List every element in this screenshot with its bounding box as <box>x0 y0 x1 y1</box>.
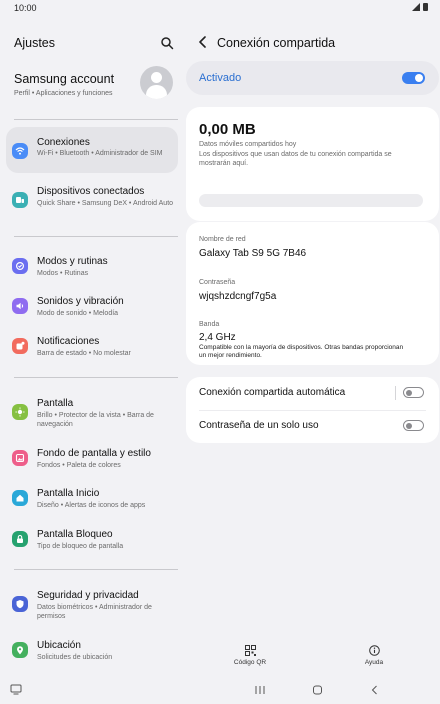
auto-hotspot-row[interactable]: Conexión compartida automática <box>186 377 439 409</box>
option-label: Conexión compartida automática <box>199 387 346 398</box>
settings-item-ubicacion[interactable]: Ubicación Solicitudes de ubicación <box>6 636 178 666</box>
item-title: Conexiones <box>37 137 90 148</box>
account-name: Samsung account <box>14 72 115 86</box>
auto-hotspot-switch[interactable] <box>403 387 424 398</box>
signal-icon <box>412 3 420 11</box>
item-subtitle: Datos biométricos • Administrador de per… <box>37 604 152 620</box>
sound-icon <box>12 298 28 314</box>
page-title: Conexión compartida <box>217 36 336 50</box>
battery-icon <box>423 3 428 11</box>
settings-item-sonidos[interactable]: Sonidos y vibración Modo de sonido • Mel… <box>6 291 178 321</box>
item-subtitle: Diseño • Alertas de iconos de apps <box>37 502 146 509</box>
wallpaper-icon <box>12 450 28 466</box>
settings-item-seguridad[interactable]: Seguridad y privacidad Datos biométricos… <box>6 584 178 624</box>
samsung-account[interactable]: Samsung account Perfil • Aplicaciones y … <box>14 72 114 97</box>
divider <box>14 119 178 120</box>
item-title: Notificaciones <box>37 336 100 347</box>
item-title: Pantalla Inicio <box>37 488 100 499</box>
settings-item-conexiones[interactable]: Conexiones Wi-Fi • Bluetooth • Administr… <box>6 127 178 173</box>
keyboard-icon[interactable] <box>10 682 22 700</box>
item-subtitle: Wi-Fi • Bluetooth • Administrador de SIM <box>37 150 163 157</box>
password-value[interactable]: wjqshzdcngf7g5a <box>199 291 276 302</box>
settings-pane: Ajustes Samsung account Perfil • Aplicac… <box>0 16 186 682</box>
navigation-bar <box>0 680 440 704</box>
divider <box>395 386 396 400</box>
options-card: Conexión compartida automática Contraseñ… <box>186 377 439 443</box>
item-subtitle: Modo de sonido • Melodía <box>37 310 119 317</box>
item-subtitle: Brillo • Protector de la vista • Barra d… <box>37 412 154 428</box>
settings-item-bloqueo[interactable]: Pantalla Bloqueo Tipo de bloqueo de pant… <box>6 524 178 554</box>
item-subtitle: Quick Share • Samsung DeX • Android Auto <box>37 200 174 207</box>
modes-icon <box>12 258 28 274</box>
item-subtitle: Fondos • Paleta de colores <box>37 462 121 469</box>
settings-title: Ajustes <box>14 36 55 50</box>
one-time-password-row[interactable]: Contraseña de un solo uso <box>186 410 439 442</box>
item-title: Modos y rutinas <box>37 256 108 267</box>
settings-item-notificaciones[interactable]: Notificaciones Barra de estado • No mole… <box>6 331 178 361</box>
password-label: Contraseña <box>199 279 236 286</box>
home-icon <box>12 490 28 506</box>
wifi-icon <box>12 143 28 159</box>
option-label: Contraseña de un solo uso <box>199 420 319 431</box>
account-subtitle: Perfil • Aplicaciones y funciones <box>14 90 113 97</box>
band-value[interactable]: 2,4 GHz <box>199 332 236 343</box>
item-title: Pantalla <box>37 398 74 409</box>
location-icon <box>12 642 28 658</box>
item-subtitle: Barra de estado • No molestar <box>37 350 131 357</box>
item-title: Ubicación <box>37 640 81 651</box>
back-arrow-icon[interactable] <box>198 35 208 51</box>
data-description: Los dispositivos que usan datos de tu co… <box>199 151 392 167</box>
item-subtitle: Tipo de bloqueo de pantalla <box>37 543 124 550</box>
shield-icon <box>12 596 28 612</box>
settings-item-dispositivos[interactable]: Dispositivos conectados Quick Share • Sa… <box>6 178 178 222</box>
item-title: Dispositivos conectados <box>37 186 145 197</box>
band-note: Compatible con la mayoría de dispositivo… <box>199 344 404 359</box>
back-button-icon[interactable] <box>370 682 380 700</box>
network-name-label: Nombre de red <box>199 236 246 243</box>
qr-code-button[interactable]: Código QR <box>220 645 280 666</box>
data-usage-card: 0,00 MB Datos móviles compartidos hoy Lo… <box>186 107 439 221</box>
item-subtitle: Solicitudes de ubicación <box>37 654 113 661</box>
search-icon[interactable] <box>160 36 174 50</box>
notification-icon <box>12 338 28 354</box>
hotspot-pane: Conexión compartida Activado 0,00 MB Dat… <box>186 16 440 682</box>
network-name-value[interactable]: Galaxy Tab S9 5G 7B46 <box>199 248 306 259</box>
qr-code-icon <box>244 645 256 656</box>
help-button[interactable]: Ayuda <box>344 645 404 666</box>
data-amount: 0,00 MB <box>199 121 256 138</box>
brightness-icon <box>12 404 28 420</box>
band-label: Banda <box>199 321 220 328</box>
item-subtitle: Modos • Rutinas <box>37 270 89 277</box>
status-time: 10:00 <box>14 3 37 13</box>
status-icons <box>412 3 428 11</box>
help-icon <box>368 645 380 656</box>
toggle-label: Activado <box>199 72 242 84</box>
status-bar: 10:00 <box>0 0 440 16</box>
help-label: Ayuda <box>364 659 384 666</box>
lock-icon <box>12 531 28 547</box>
network-settings-card[interactable]: Nombre de red Galaxy Tab S9 5G 7B46 Cont… <box>186 222 439 365</box>
devices-icon <box>12 192 28 208</box>
settings-item-fondo[interactable]: Fondo de pantalla y estilo Fondos • Pale… <box>6 443 178 473</box>
hotspot-master-toggle[interactable]: Activado <box>186 61 439 95</box>
item-title: Fondo de pantalla y estilo <box>37 448 151 459</box>
hotspot-switch[interactable] <box>402 72 425 84</box>
one-time-password-switch[interactable] <box>403 420 424 431</box>
divider <box>14 377 178 378</box>
data-subtitle: Datos móviles compartidos hoy <box>199 141 297 148</box>
item-title: Pantalla Bloqueo <box>37 529 113 540</box>
settings-item-pantalla[interactable]: Pantalla Brillo • Protector de la vista … <box>6 392 178 432</box>
item-title: Seguridad y privacidad <box>37 590 139 601</box>
settings-item-inicio[interactable]: Pantalla Inicio Diseño • Alertas de icon… <box>6 483 178 513</box>
connected-devices-placeholder <box>199 194 423 207</box>
avatar[interactable] <box>140 66 173 99</box>
item-title: Sonidos y vibración <box>37 296 124 307</box>
settings-item-modos[interactable]: Modos y rutinas Modos • Rutinas <box>6 251 178 281</box>
recent-apps-icon[interactable] <box>254 682 266 700</box>
divider <box>14 569 178 570</box>
qr-code-label: Código QR <box>233 659 267 666</box>
home-button-icon[interactable] <box>312 682 323 700</box>
divider <box>14 236 178 237</box>
